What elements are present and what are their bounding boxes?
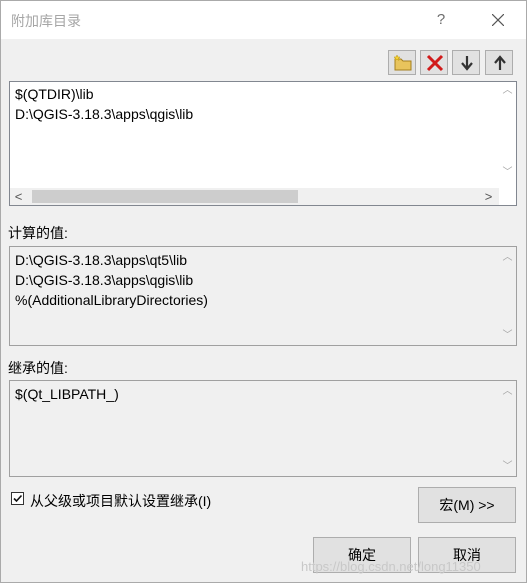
inherit-checkbox-label[interactable]: 从父级或项目默认设置继承(I) xyxy=(30,491,211,511)
close-button[interactable] xyxy=(481,5,515,35)
new-folder-icon xyxy=(393,54,412,71)
computed-values-box: D:\QGIS-3.18.3\apps\qt5\lib D:\QGIS-3.18… xyxy=(9,246,517,346)
checkmark-icon xyxy=(13,494,23,503)
move-down-button[interactable] xyxy=(452,50,480,75)
scroll-down-icon[interactable]: ﹀ xyxy=(499,458,516,475)
computed-label: 计算的值: xyxy=(8,225,68,241)
new-line-button[interactable] xyxy=(388,50,416,75)
directory-editor[interactable]: $(QTDIR)\lib D:\QGIS-3.18.3\apps\qgis\li… xyxy=(9,81,517,206)
vertical-scrollbar[interactable]: ︿ ﹀ xyxy=(499,381,516,476)
editor-line[interactable]: $(QTDIR)\lib xyxy=(15,86,94,102)
scroll-left-icon[interactable]: < xyxy=(10,188,27,205)
vertical-scrollbar[interactable]: ︿ ﹀ xyxy=(499,82,516,188)
inherit-checkbox[interactable] xyxy=(11,492,24,505)
dialog-window: 附加库目录 ? $(QTDIR)\lib D:\QGIS-3.18.3\apps… xyxy=(0,0,527,583)
arrow-up-icon xyxy=(494,55,506,70)
scroll-up-icon[interactable]: ︿ xyxy=(499,249,516,266)
inherited-line: $(Qt_LIBPATH_) xyxy=(15,386,119,402)
window-title: 附加库目录 xyxy=(11,13,81,29)
scroll-down-icon[interactable]: ﹀ xyxy=(499,164,516,181)
scroll-right-icon[interactable]: > xyxy=(480,188,497,205)
close-icon xyxy=(492,14,504,26)
scroll-up-icon[interactable]: ︿ xyxy=(499,383,516,400)
computed-line: D:\QGIS-3.18.3\apps\qt5\lib xyxy=(15,252,187,268)
move-up-button[interactable] xyxy=(485,50,513,75)
computed-line: D:\QGIS-3.18.3\apps\qgis\lib xyxy=(15,272,194,288)
scroll-up-icon[interactable]: ︿ xyxy=(499,82,516,99)
vertical-scrollbar[interactable]: ︿ ﹀ xyxy=(499,247,516,345)
delete-icon xyxy=(426,54,444,72)
editor-line[interactable]: D:\QGIS-3.18.3\apps\qgis\lib xyxy=(15,106,193,122)
macros-button[interactable]: 宏(M) >> xyxy=(418,487,516,523)
help-button[interactable]: ? xyxy=(425,5,457,35)
arrow-down-icon xyxy=(461,56,473,71)
horizontal-scrollbar[interactable]: < > xyxy=(10,188,499,205)
inherited-label: 继承的值: xyxy=(8,360,68,376)
computed-line: %(AdditionalLibraryDirectories) xyxy=(15,292,208,308)
inherited-values-box: $(Qt_LIBPATH_) ︿ ﹀ xyxy=(9,380,517,477)
delete-line-button[interactable] xyxy=(420,50,448,75)
scroll-down-icon[interactable]: ﹀ xyxy=(499,327,516,344)
watermark: https://blog.csdn.net/long11350 xyxy=(301,559,481,574)
scroll-thumb[interactable] xyxy=(32,190,298,203)
title-bar: 附加库目录 ? xyxy=(1,1,526,39)
